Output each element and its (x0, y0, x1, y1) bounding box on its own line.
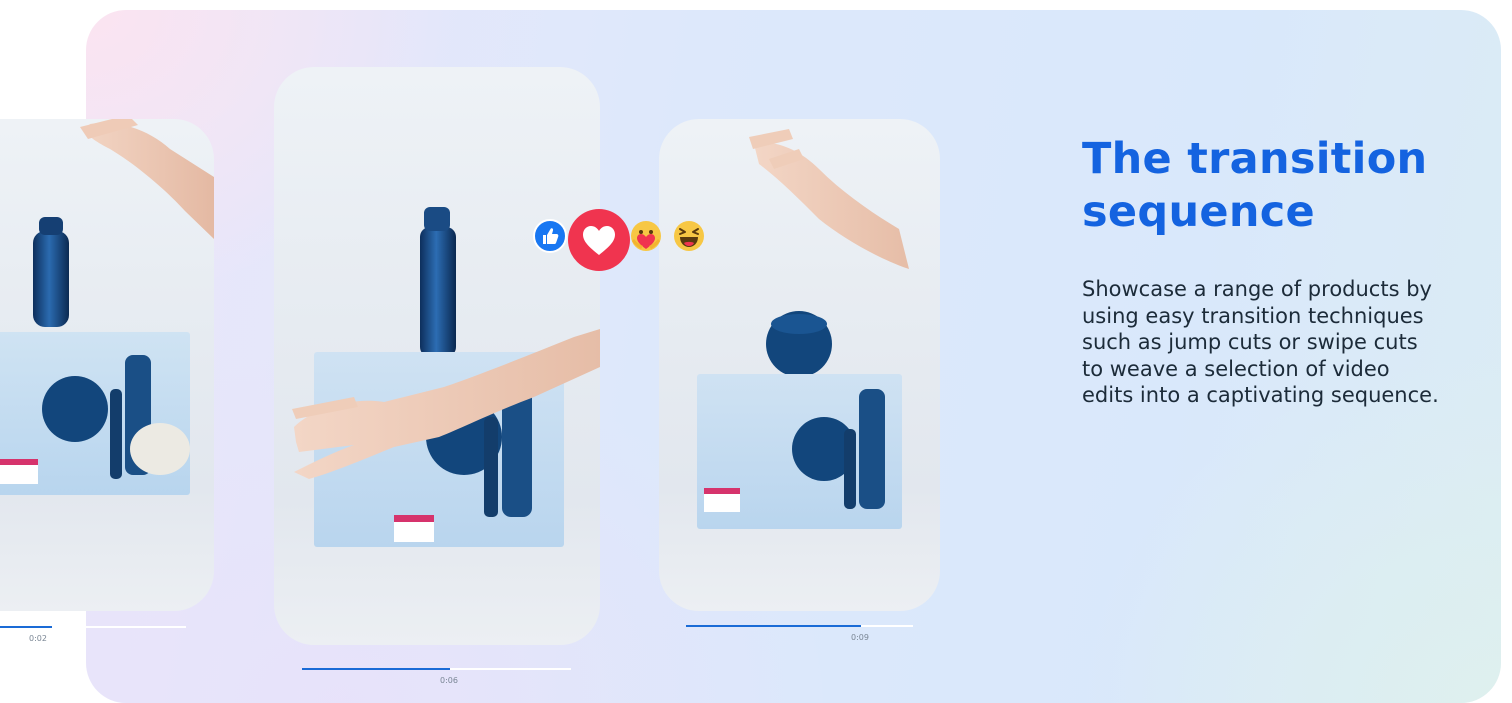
care-icon[interactable] (629, 219, 663, 253)
reaction-bar (531, 208, 716, 271)
progress-fill-right (686, 625, 861, 627)
video-card-right[interactable] (659, 119, 940, 611)
progress-bar-left[interactable] (0, 626, 186, 628)
ad-showcase: 0:02 0:06 0:09 The transition sequence S… (0, 0, 1512, 703)
love-icon[interactable] (567, 208, 631, 272)
video-card-center[interactable] (274, 67, 600, 645)
like-icon[interactable] (533, 219, 567, 253)
timestamp-right: 0:09 (851, 633, 869, 642)
progress-bar-center[interactable] (302, 668, 571, 670)
timestamp-left: 0:02 (29, 634, 47, 643)
section-description: Showcase a range of products by using ea… (1082, 277, 1439, 407)
product-scene-right (697, 129, 909, 529)
product-scene-left (0, 119, 214, 495)
product-scene-center (292, 207, 600, 547)
progress-fill-center (302, 668, 450, 670)
progress-bar-right[interactable] (686, 625, 913, 627)
timestamp-center: 0:06 (440, 676, 458, 685)
progress-fill-left (0, 626, 53, 628)
section-title: The transition sequence (1082, 134, 1428, 237)
video-card-left[interactable] (0, 119, 214, 611)
haha-icon[interactable] (672, 219, 706, 253)
